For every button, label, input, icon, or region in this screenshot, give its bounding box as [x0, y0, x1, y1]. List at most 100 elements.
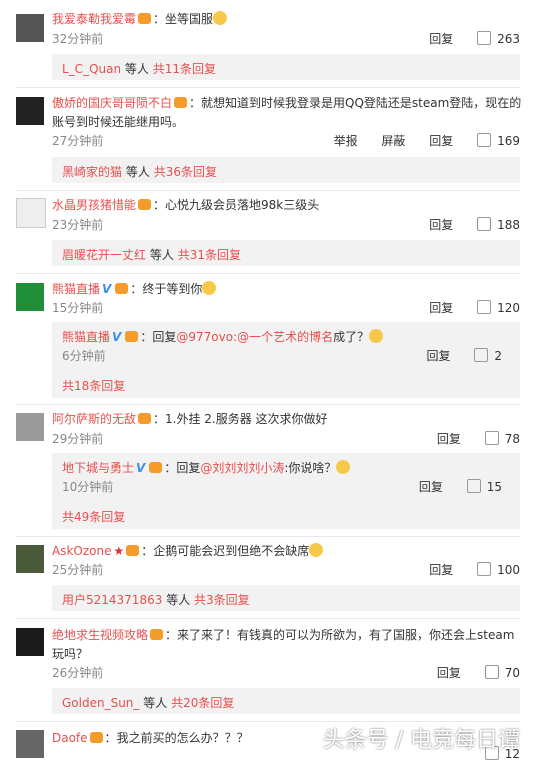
emoji-icon [213, 11, 228, 25]
like-button[interactable]: 263 [477, 31, 520, 46]
reply-summary-box[interactable]: 用户5214371863 等人 共3条回复 [52, 585, 520, 611]
summary-user[interactable]: 黑崎家的猫 [62, 165, 122, 179]
thumbs-up-icon [477, 133, 492, 147]
comment-text: 心悦九级会员落地98k三级头 [165, 198, 320, 212]
nested-username[interactable]: 熊猫直播 [62, 330, 110, 344]
comment-text: 就想知道到时候我登录是用QQ登陆还是steam登陆，现在的 [201, 96, 522, 110]
summary-count[interactable]: 共11条回复 [153, 62, 216, 76]
level-badge-icon [138, 413, 152, 424]
like-count: 188 [497, 218, 520, 232]
level-badge-icon [89, 732, 103, 743]
comment-username[interactable]: 阿尔萨斯的无敌 [52, 412, 136, 426]
reply-button[interactable]: 回复 [429, 216, 453, 233]
like-count: 169 [497, 134, 520, 148]
comment-time: 25分钟前 [52, 563, 104, 577]
comment-time: 23分钟前 [52, 218, 104, 232]
summary-user[interactable]: Golden_Sun_ [62, 696, 139, 710]
comment-username[interactable]: 我爱泰勒我爱霉 [52, 12, 136, 26]
like-button[interactable]: 78 [484, 431, 520, 446]
reply-summary-box[interactable]: Golden_Sun_ 等人 共20条回复 [52, 688, 520, 714]
comment-text: 来了来了！有钱真的可以为所欲为，有了国服，你还会上steam [177, 628, 515, 642]
summary-count[interactable]: 共3条回复 [194, 593, 250, 607]
like-button[interactable]: 70 [484, 665, 520, 680]
summary-count[interactable]: 共36条回复 [154, 165, 217, 179]
watermark: 头条号 / 电竞每日谭 [322, 728, 520, 753]
avatar[interactable] [16, 14, 44, 42]
reply-summary-box[interactable]: L_C_Quan 等人 共11条回复 [52, 54, 520, 80]
comment-time: 15分钟前 [52, 301, 104, 315]
comment-text: 坐等国服 [165, 12, 214, 26]
level-badge-icon [150, 629, 164, 640]
emoji-icon [336, 460, 351, 474]
like-button[interactable]: 169 [477, 133, 520, 148]
summary-count[interactable]: 共18条回复 [62, 377, 125, 394]
verified-icon: V [102, 282, 112, 296]
reply-summary-box[interactable]: 眉暖花开一丈红 等人 共31条回复 [52, 240, 520, 266]
level-badge-icon [126, 545, 140, 556]
comment-username[interactable]: 傲娇的国庆哥哥陨不白 [52, 96, 172, 110]
summary-count[interactable]: 共49条回复 [62, 508, 125, 525]
like-count: 100 [497, 563, 520, 577]
comment-username[interactable]: 熊猫直播 [52, 282, 100, 296]
reply-button[interactable]: 回复 [429, 132, 453, 149]
summary-text: 等人 [125, 165, 150, 179]
avatar[interactable] [16, 97, 44, 125]
like-count: 263 [497, 32, 520, 46]
summary-text: 等人 [149, 248, 174, 262]
thumbs-up-icon [484, 431, 499, 445]
avatar[interactable] [16, 198, 46, 228]
nested-text: :你说啥？ [284, 461, 337, 475]
reply-button[interactable]: 回复 [427, 347, 451, 364]
reply-button[interactable]: 回复 [429, 30, 453, 47]
like-button[interactable]: 100 [477, 562, 520, 577]
reply-button[interactable]: 回复 [429, 561, 453, 578]
reply-button[interactable]: 回复 [437, 664, 461, 681]
like-button[interactable]: 120 [477, 300, 520, 315]
emoji-icon [309, 543, 324, 557]
block-button[interactable]: 屏蔽 [381, 132, 405, 149]
nested-mention[interactable]: @刘刘刘刘小涛 [200, 461, 284, 475]
nested-time: 6分钟前 [62, 349, 106, 363]
summary-count[interactable]: 共31条回复 [178, 248, 241, 262]
avatar[interactable] [16, 283, 44, 311]
level-badge-icon [115, 283, 129, 294]
reply-button[interactable]: 回复 [429, 299, 453, 316]
comment-username[interactable]: AskOzone [52, 544, 111, 558]
avatar[interactable] [16, 545, 44, 573]
avatar[interactable] [16, 628, 44, 656]
level-badge-icon [125, 331, 139, 342]
reply-summary-box[interactable]: 黑崎家的猫 等人 共36条回复 [52, 157, 520, 183]
reply-button[interactable]: 回复 [437, 430, 461, 447]
comment-time: 29分钟前 [52, 432, 104, 446]
comment-username[interactable]: 水晶男孩猪惜能 [52, 198, 136, 212]
summary-text: 等人 [143, 696, 168, 710]
report-button[interactable]: 举报 [334, 132, 358, 149]
comment-username[interactable]: Daofe [52, 731, 88, 745]
like-button[interactable]: 2 [474, 348, 502, 363]
nested-username[interactable]: 地下城与勇士 [62, 461, 134, 475]
divider [16, 404, 520, 405]
nested-mention[interactable]: @977ovo:@一个艺术的博名 [176, 330, 333, 344]
like-button[interactable]: 188 [477, 217, 520, 232]
like-count: 2 [494, 349, 502, 363]
comment-username[interactable]: 绝地求生视频攻略 [52, 628, 148, 642]
verified-icon: V [136, 461, 146, 475]
summary-user[interactable]: L_C_Quan [62, 62, 121, 76]
comment-text: 我之前买的怎么办？？？ [116, 731, 249, 745]
nested-time: 10分钟前 [62, 480, 114, 494]
avatar[interactable] [16, 730, 44, 758]
divider [16, 536, 520, 537]
summary-user[interactable]: 用户5214371863 [62, 593, 162, 607]
like-button[interactable]: 15 [466, 479, 502, 494]
reply-button[interactable]: 回复 [419, 478, 443, 495]
thumbs-up-icon [466, 479, 481, 493]
comment-time: 26分钟前 [52, 666, 104, 680]
divider [16, 618, 520, 619]
summary-user[interactable]: 眉暖花开一丈红 [62, 248, 146, 262]
verified-icon: V [112, 330, 122, 344]
star-icon: ★ [113, 544, 125, 558]
emoji-icon [202, 281, 217, 295]
avatar[interactable] [16, 413, 44, 441]
summary-count[interactable]: 共20条回复 [171, 696, 234, 710]
divider [16, 87, 520, 88]
